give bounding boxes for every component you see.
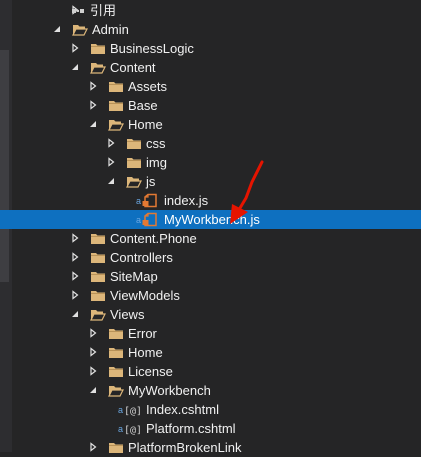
cshtml-file-icon: a [@]	[118, 402, 144, 417]
folder-icon	[108, 440, 124, 455]
tree-item[interactable]: js	[0, 172, 421, 191]
tree-item[interactable]: Error	[0, 324, 421, 343]
folder-open-icon	[108, 117, 124, 132]
folder-icon	[108, 345, 124, 360]
tree-item[interactable]: a [@] Platform.cshtml	[0, 419, 421, 438]
expand-arrow-collapsed-icon[interactable]	[106, 138, 116, 148]
tree-item[interactable]: a MyWorkbench.js	[0, 210, 421, 229]
tree-item[interactable]: PlatformBrokenLink	[0, 438, 421, 457]
folder-icon	[126, 136, 142, 151]
tree-item-label: Index.cshtml	[146, 402, 219, 417]
tree-item[interactable]: SiteMap	[0, 267, 421, 286]
tree-item[interactable]: ViewModels	[0, 286, 421, 305]
tree-item[interactable]: Home	[0, 115, 421, 134]
svg-text:a: a	[136, 215, 141, 225]
svg-text:[@]: [@]	[124, 406, 142, 417]
expand-arrow-collapsed-icon[interactable]	[88, 366, 98, 376]
tree-item[interactable]: a [@] Index.cshtml	[0, 400, 421, 419]
expand-arrow-collapsed-icon[interactable]	[70, 271, 80, 281]
tree-item-label: index.js	[164, 193, 209, 208]
svg-text:a: a	[118, 405, 123, 415]
tree-item-label: Home	[128, 117, 163, 132]
tree-item-label: Admin	[92, 22, 129, 37]
expand-arrow-expanded-icon[interactable]	[70, 309, 80, 319]
folder-open-icon	[90, 60, 106, 75]
expand-arrow-collapsed-icon[interactable]	[70, 233, 80, 243]
tree-item-label: PlatformBrokenLink	[128, 440, 242, 455]
expand-arrow-expanded-icon[interactable]	[88, 119, 98, 129]
folder-icon	[108, 364, 124, 379]
tree-item[interactable]: BusinessLogic	[0, 39, 421, 58]
svg-text:[@]: [@]	[124, 425, 142, 436]
svg-text:a: a	[136, 196, 141, 206]
folder-open-icon	[90, 307, 106, 322]
tree-item-label: ViewModels	[110, 288, 180, 303]
tree-item[interactable]: Assets	[0, 77, 421, 96]
cshtml-file-icon: a [@]	[118, 421, 144, 436]
tree-item[interactable]: img	[0, 153, 421, 172]
tree-item-label: BusinessLogic	[110, 41, 194, 56]
folder-icon	[90, 250, 106, 265]
folder-icon	[108, 98, 124, 113]
expand-arrow-collapsed-icon[interactable]	[70, 290, 80, 300]
tree-item-label: img	[146, 155, 167, 170]
folder-icon	[90, 231, 106, 246]
tree-item[interactable]: Controllers	[0, 248, 421, 267]
folder-icon	[90, 288, 106, 303]
tree-item[interactable]: Admin	[0, 20, 421, 39]
references-icon	[70, 3, 86, 18]
folder-icon	[90, 41, 106, 56]
expand-arrow-collapsed-icon[interactable]	[70, 43, 80, 53]
tree-item[interactable]: Home	[0, 343, 421, 362]
tree-item-label: js	[146, 174, 156, 189]
expand-arrow-collapsed-icon[interactable]	[88, 100, 98, 110]
js-file-icon: a	[136, 212, 160, 227]
expand-arrow-collapsed-icon[interactable]	[88, 81, 98, 91]
tree-item-label: Home	[128, 345, 163, 360]
tree-item[interactable]: Content	[0, 58, 421, 77]
svg-text:a: a	[118, 424, 123, 434]
expand-arrow-expanded-icon[interactable]	[88, 385, 98, 395]
js-file-icon: a	[136, 193, 160, 208]
folder-open-icon	[72, 22, 88, 37]
tree-item[interactable]: License	[0, 362, 421, 381]
tree-item[interactable]: MyWorkbench	[0, 381, 421, 400]
tree-item-label: Content.Phone	[110, 231, 197, 246]
solution-explorer-panel: 引用 Admin BusinessLogic Content Assets Base Hom…	[0, 0, 421, 455]
tree-item[interactable]: css	[0, 134, 421, 153]
tree-item-label: Base	[128, 98, 158, 113]
tree-item-label: 引用	[90, 3, 117, 18]
folder-open-icon	[108, 383, 124, 398]
folder-icon	[108, 79, 124, 94]
folder-icon	[126, 155, 142, 170]
tree-item[interactable]: Views	[0, 305, 421, 324]
expand-arrow-collapsed-icon[interactable]	[70, 252, 80, 262]
expand-arrow-collapsed-icon[interactable]	[88, 347, 98, 357]
tree-item-label: Controllers	[110, 250, 173, 265]
tree-item[interactable]: Content.Phone	[0, 229, 421, 248]
folder-open-icon	[126, 174, 142, 189]
tree-item-label: Error	[128, 326, 157, 341]
expand-arrow-collapsed-icon[interactable]	[88, 442, 98, 452]
expand-arrow-expanded-icon[interactable]	[70, 62, 80, 72]
expand-arrow-expanded-icon[interactable]	[106, 176, 116, 186]
tree-item-label: MyWorkbench	[128, 383, 211, 398]
tree-item-label: Content	[110, 60, 156, 75]
expand-arrow-expanded-icon[interactable]	[52, 24, 62, 34]
tree-item-label: css	[146, 136, 166, 151]
tree-item[interactable]: Base	[0, 96, 421, 115]
expand-arrow-collapsed-icon[interactable]	[88, 328, 98, 338]
folder-icon	[108, 326, 124, 341]
annotation-arrow	[230, 160, 264, 224]
expand-arrow-collapsed-icon[interactable]	[106, 157, 116, 167]
tree-item-label: License	[128, 364, 173, 379]
tree-item[interactable]: a index.js	[0, 191, 421, 210]
tree-item-label: Views	[110, 307, 145, 322]
tree-item[interactable]: 引用	[0, 1, 421, 20]
folder-icon	[90, 269, 106, 284]
tree-item-label: Assets	[128, 79, 168, 94]
tree-item-label: SiteMap	[110, 269, 158, 284]
tree-item-label: Platform.cshtml	[146, 421, 236, 436]
